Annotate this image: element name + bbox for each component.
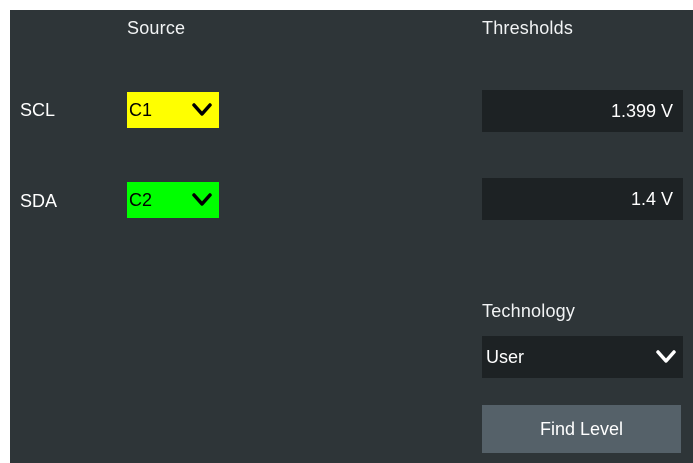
i2c-source-settings-panel: Source Thresholds SCL C1 1.399 V SDA C2 … <box>10 10 693 463</box>
scl-source-dropdown[interactable]: C1 <box>127 92 219 128</box>
technology-value: User <box>486 346 525 367</box>
thresholds-header: Thresholds <box>482 18 574 38</box>
scl-label: SCL <box>20 100 56 120</box>
technology-dropdown[interactable]: User <box>482 336 683 378</box>
source-header: Source <box>127 18 186 38</box>
scl-source-value: C1 <box>129 100 153 120</box>
sda-threshold-field[interactable]: 1.4 V <box>482 178 683 220</box>
sda-label: SDA <box>20 191 58 211</box>
chevron-down-icon <box>655 349 677 365</box>
chevron-down-icon <box>191 192 213 208</box>
scl-threshold-field[interactable]: 1.399 V <box>482 90 683 132</box>
sda-source-dropdown[interactable]: C2 <box>127 182 219 218</box>
technology-label: Technology <box>482 301 576 321</box>
chevron-down-icon <box>191 102 213 118</box>
sda-source-value: C2 <box>129 190 153 210</box>
find-level-button[interactable]: Find Level <box>482 405 681 453</box>
scl-threshold-value: 1.399 V <box>610 100 673 121</box>
sda-threshold-value: 1.4 V <box>630 188 673 209</box>
